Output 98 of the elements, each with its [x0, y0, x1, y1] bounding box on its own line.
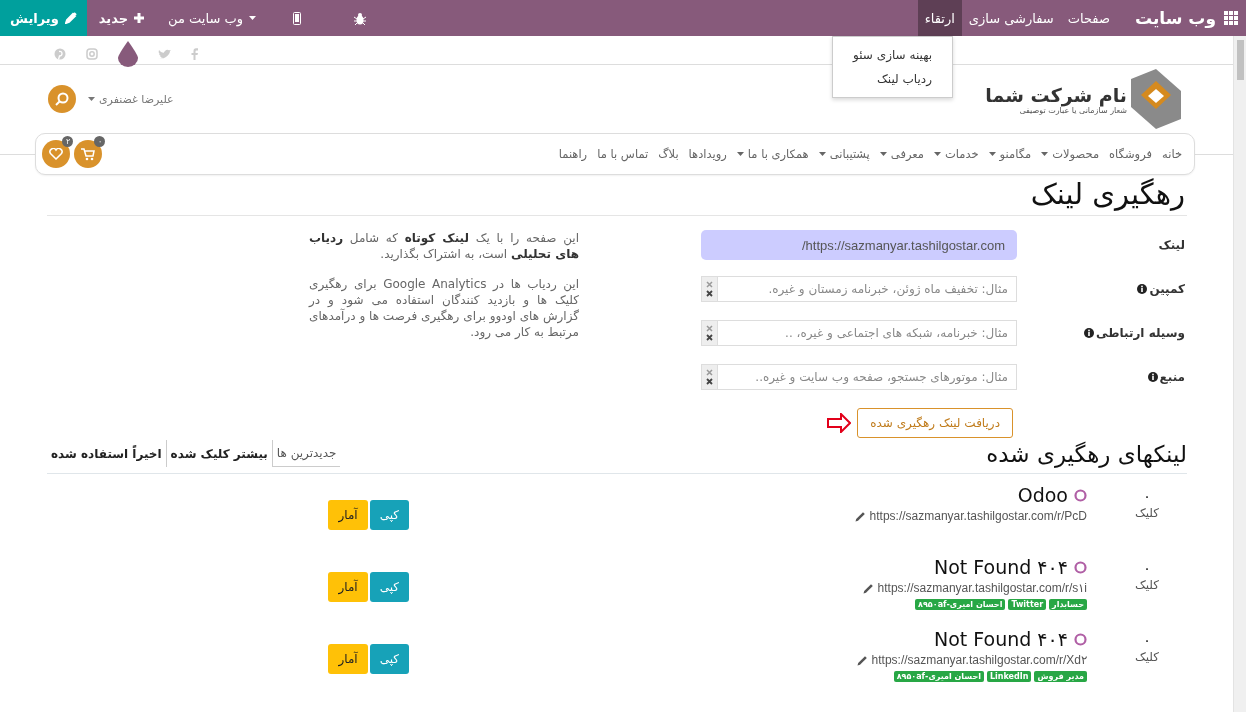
stats-button[interactable]: آمار [328, 644, 368, 674]
pencil-icon [64, 12, 77, 24]
drop-icon [118, 41, 138, 67]
pencil-icon[interactable] [862, 582, 874, 594]
select-field[interactable]: مثال: خبرنامه، شبکه های اجتماعی و غیره، .. [718, 320, 1017, 346]
url-field[interactable]: https://sazmanyar.tashilgostar.com/ [701, 230, 1017, 260]
mobile-icon[interactable] [292, 11, 301, 25]
caret-icon [879, 152, 887, 156]
info-icon [1147, 372, 1158, 382]
website-dropdown[interactable]: وب سایت من [156, 0, 268, 36]
clear-button[interactable] [701, 320, 718, 346]
new-button[interactable]: جدید [86, 0, 157, 36]
apps-grid-icon[interactable] [1224, 11, 1238, 25]
tag: احسان امیری-۸۹۵۰af [915, 599, 1006, 610]
nav-item[interactable]: رویدادها [683, 147, 732, 161]
heart-icon [49, 148, 63, 160]
nav-item[interactable]: محصولات [1036, 147, 1105, 161]
tag: احسان امیری-۸۹۵۰af [893, 671, 984, 682]
tag: Twitter [1008, 599, 1047, 610]
nav-item[interactable]: فروشگاه [1104, 147, 1157, 161]
menu-item[interactable]: سفارشی سازی [961, 0, 1061, 36]
stats-button[interactable]: آمار [328, 572, 368, 602]
tag: LinkedIn [986, 671, 1032, 682]
nav-item[interactable]: همکاری با ما [731, 147, 814, 161]
page-title: رهگیری لینک [47, 175, 1187, 216]
nav-item[interactable]: خدمات [928, 147, 984, 161]
section-title: لینکهای رهگیری شده [986, 441, 1187, 467]
app-title: وب سایت [1134, 8, 1216, 28]
nav-item[interactable]: تماس با ما [592, 147, 654, 161]
field-label: لینک [1158, 238, 1185, 252]
field-label: کمپین [1149, 282, 1185, 296]
sort-tab[interactable]: بیشتر کلیک شده [166, 440, 273, 467]
clear-icon [706, 325, 713, 341]
info-icon [1084, 328, 1095, 338]
clear-icon [706, 281, 713, 297]
help-text: این ردیاب ها در Google Analytics برای رهگیری کلیک ها و بازدید کنندگان استفاده می شود و در گزارش های اودوو برای رهگیری فرصت ها و درآمدهای مرتبط به کار می رود. [309, 276, 579, 340]
pencil-icon[interactable] [854, 510, 866, 522]
help-text: این صفحه را با یک لینک کوتاه که شامل ردیاب های تحلیلی است، به اشتراک بگذارید. [309, 230, 579, 262]
tag: مدیر فروش [1034, 671, 1087, 682]
click-label: کلیک [1135, 578, 1160, 592]
info-icon [1137, 284, 1148, 294]
count-badge: ۰ [94, 136, 105, 147]
stats-button[interactable]: آمار [328, 500, 368, 530]
circle-icon [1074, 488, 1087, 502]
menu-item[interactable]: صفحات [1060, 0, 1117, 36]
sort-tab[interactable]: اخیراً استفاده شده [47, 440, 167, 467]
caret-icon [88, 97, 95, 101]
pencil-icon[interactable] [856, 654, 868, 666]
dropdown-item[interactable]: بهینه سازی سئو [833, 43, 952, 67]
caret-icon [988, 152, 996, 156]
field-label: منبع [1159, 370, 1185, 384]
click-count: ۰ [1143, 632, 1151, 648]
user-menu[interactable]: علیرضا غضنفری [82, 91, 180, 107]
nav-item[interactable]: بلاگ [653, 147, 684, 161]
link-title: Not Found ۴۰۴ [934, 628, 1068, 650]
caret-icon [248, 16, 256, 20]
caret-icon [818, 152, 826, 156]
nav-item[interactable]: پشتیبانی [813, 147, 875, 161]
click-label: کلیک [1135, 650, 1160, 664]
link-title: Not Found ۴۰۴ [934, 556, 1068, 578]
cart-icon [81, 147, 95, 161]
circle-icon [1074, 560, 1087, 574]
click-count: ۰ [1143, 560, 1151, 576]
short-url: https://sazmanyar.tashilgostar.com/r/PcD [869, 509, 1087, 523]
plus-icon [134, 13, 145, 23]
dropdown-item[interactable]: ردیاب لینک [833, 67, 952, 91]
select-field[interactable]: مثال: موتورهای جستجو، صفحه وب سایت و غیره.. [718, 364, 1017, 390]
caret-icon [1041, 152, 1049, 156]
scrollbar[interactable] [1233, 36, 1246, 712]
company-name: نام شرکت شما [985, 83, 1127, 106]
short-url: https://sazmanyar.tashilgostar.com/r/Xd۲ [871, 653, 1087, 667]
click-count: ۰ [1143, 488, 1151, 504]
arrow-icon [827, 413, 852, 433]
caret-icon [933, 152, 941, 156]
get-link-button[interactable]: دریافت لینک رهگیری شده [857, 408, 1013, 438]
search-button[interactable] [48, 85, 76, 113]
select-field[interactable]: مثال: تخفیف ماه ژوئن، خبرنامه زمستان و غیره. [718, 276, 1017, 302]
edit-button[interactable]: ویرایش [0, 0, 87, 36]
bug-icon[interactable] [353, 11, 366, 25]
clear-button[interactable] [701, 364, 718, 390]
menu-item[interactable]: ارتقاء [917, 0, 962, 36]
link-title: Odoo [1017, 484, 1068, 506]
clear-button[interactable] [701, 276, 718, 302]
field-label: وسیله ارتباطی [1096, 326, 1185, 340]
short-url: https://sazmanyar.tashilgostar.com/r/s۱i [877, 581, 1087, 595]
nav-item[interactable]: راهنما [553, 147, 593, 161]
click-label: کلیک [1135, 506, 1160, 520]
clear-icon [706, 369, 713, 385]
tag: حسابدار [1049, 599, 1087, 610]
nav-item[interactable]: خانه [1157, 147, 1187, 161]
sort-tab[interactable]: جدیدترین ها [272, 440, 341, 467]
nav-item[interactable]: معرفی [874, 147, 929, 161]
search-icon [55, 92, 69, 106]
count-badge: ۲ [62, 136, 73, 147]
circle-icon [1074, 632, 1087, 646]
caret-icon [736, 152, 744, 156]
logo-icon [1131, 69, 1181, 129]
nav-item[interactable]: مگامنو [983, 147, 1037, 161]
